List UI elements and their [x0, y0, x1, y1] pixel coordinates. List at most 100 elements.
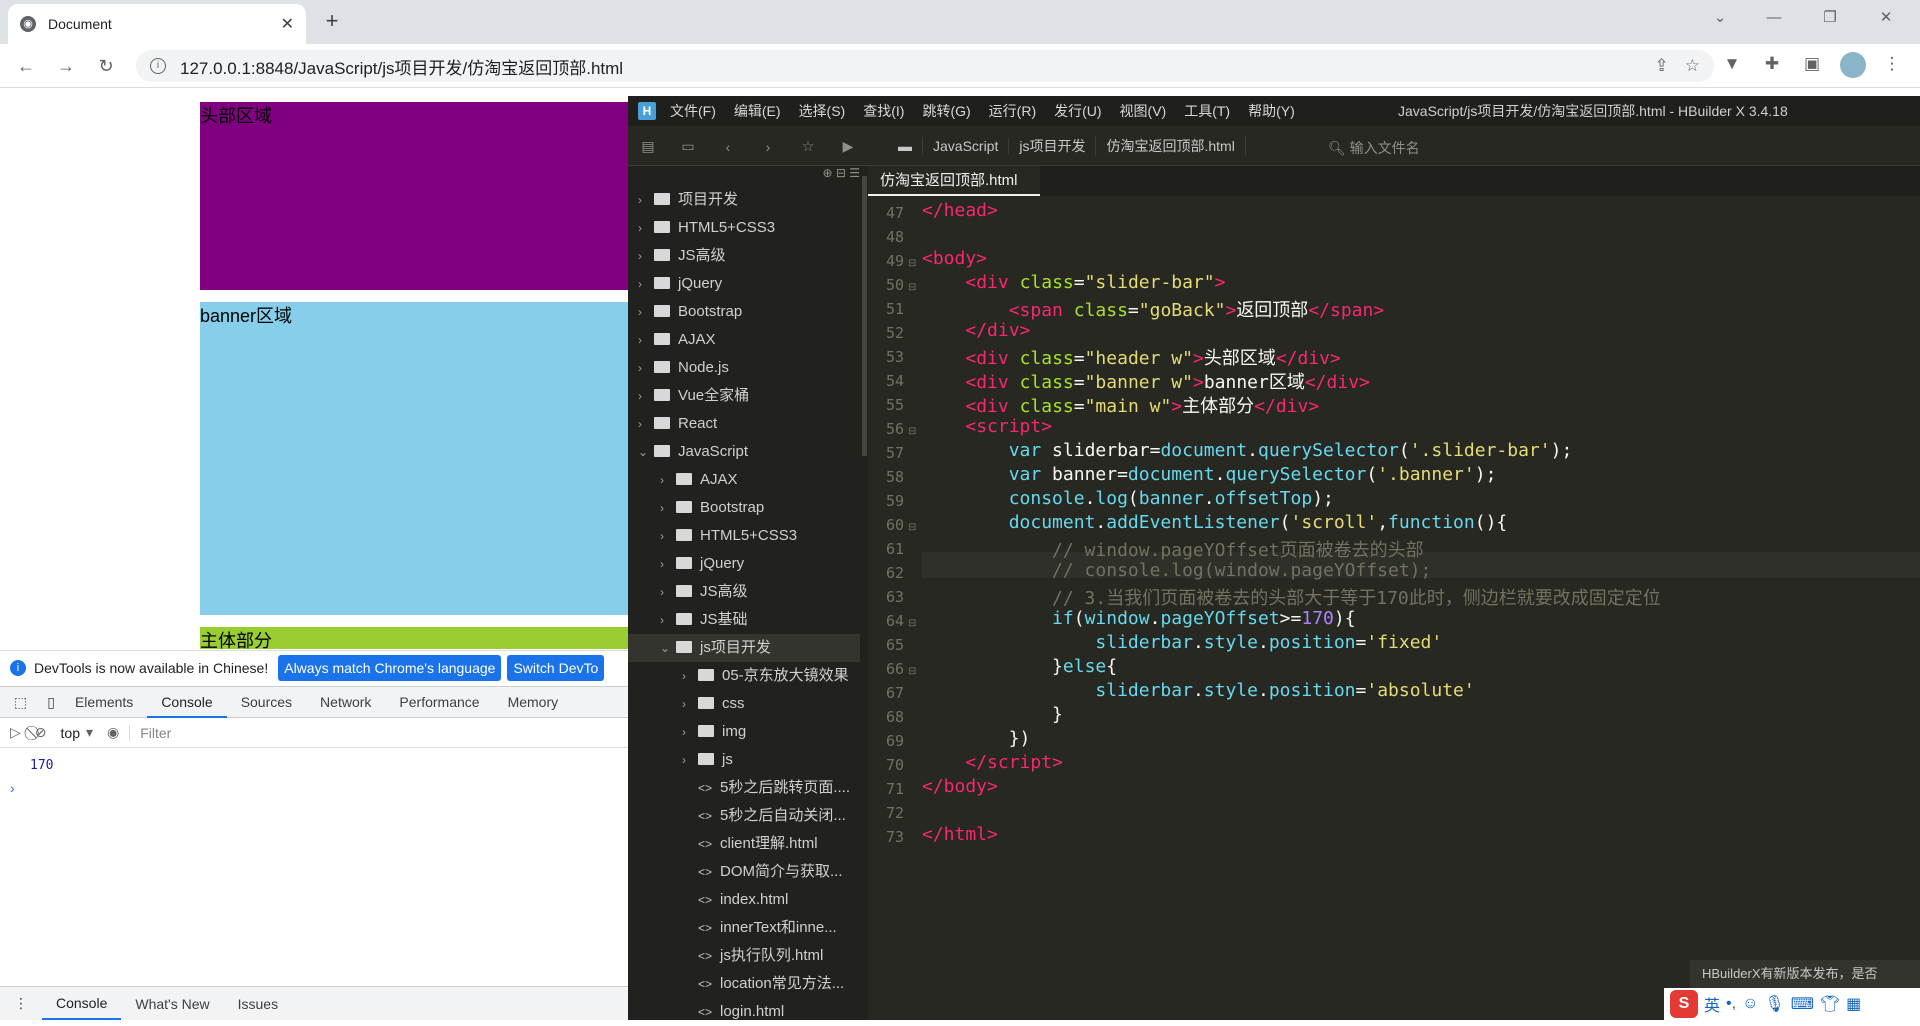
favorite-star-icon[interactable]: ☆: [788, 138, 828, 155]
chevron-right-icon[interactable]: ›: [660, 522, 676, 550]
tree-item[interactable]: › 05-京东放大镜效果: [628, 662, 860, 690]
menu-goto[interactable]: 跳转(G): [922, 101, 970, 121]
clear-console-icon[interactable]: ⃠⊘: [35, 724, 47, 741]
tree-item[interactable]: › AJAX: [628, 326, 860, 354]
chevron-right-icon[interactable]: ›: [638, 354, 654, 382]
inspect-element-icon[interactable]: ⬚: [0, 687, 41, 718]
tree-item[interactable]: ⌄ js项目开发: [628, 634, 860, 662]
tree-item[interactable]: › Node.js: [628, 354, 860, 382]
back-arrow-icon[interactable]: ‹: [708, 139, 748, 155]
fold-icon[interactable]: ⊟: [908, 618, 916, 629]
tree-item[interactable]: <> innerText和inne...: [628, 914, 860, 942]
chevron-right-icon[interactable]: ›: [682, 718, 698, 746]
tree-item[interactable]: <> 5秒之后自动关闭...: [628, 802, 860, 830]
tab-console[interactable]: Console: [147, 687, 227, 718]
chevron-down-icon[interactable]: ⌄: [660, 634, 676, 662]
close-tab-icon[interactable]: ✕: [281, 14, 294, 34]
toolbox-icon[interactable]: ▦: [1846, 994, 1861, 1014]
menu-tools[interactable]: 工具(T): [1184, 101, 1230, 121]
fold-icon[interactable]: ⊟: [908, 666, 916, 677]
drawer-tab-issues[interactable]: Issues: [224, 996, 292, 1012]
tree-item[interactable]: › jQuery: [628, 550, 860, 578]
chevron-right-icon[interactable]: ›: [660, 606, 676, 634]
filter-input[interactable]: Filter: [129, 724, 171, 741]
tab-elements[interactable]: Elements: [61, 687, 147, 718]
tab-network[interactable]: Network: [306, 687, 385, 718]
tree-item[interactable]: › js: [628, 746, 860, 774]
punctuation-icon[interactable]: •,: [1726, 995, 1736, 1013]
breadcrumb-item[interactable]: JavaScript: [923, 138, 1010, 154]
forward-icon[interactable]: →: [52, 52, 80, 80]
new-file-icon[interactable]: ▤: [628, 138, 668, 155]
tree-item[interactable]: › jQuery: [628, 270, 860, 298]
tree-item[interactable]: ⌄ JavaScript: [628, 438, 860, 466]
site-info-icon[interactable]: i: [150, 58, 166, 74]
back-icon[interactable]: ←: [12, 52, 40, 80]
share-icon[interactable]: ⇪: [1655, 56, 1669, 76]
chevron-right-icon[interactable]: ›: [660, 550, 676, 578]
tab-memory[interactable]: Memory: [494, 687, 573, 718]
emoji-icon[interactable]: ☺: [1742, 995, 1758, 1013]
menu-help[interactable]: 帮助(Y): [1248, 101, 1295, 121]
tab-performance[interactable]: Performance: [385, 687, 493, 718]
reload-icon[interactable]: ↻: [92, 52, 120, 80]
match-language-button[interactable]: Always match Chrome's language: [278, 654, 502, 681]
tree-item[interactable]: › JS基础: [628, 606, 860, 634]
chevron-right-icon[interactable]: ›: [682, 690, 698, 718]
mic-icon[interactable]: 🎙︎: [1764, 994, 1784, 1014]
menu-kebab-icon[interactable]: ⋮: [1880, 54, 1904, 74]
new-tab-button[interactable]: +: [318, 8, 346, 36]
skin-icon[interactable]: 👕︎: [1820, 994, 1840, 1014]
menu-file[interactable]: 文件(F): [670, 101, 716, 121]
address-bar[interactable]: i 127.0.0.1:8848/JavaScript/js项目开发/仿淘宝返回…: [136, 50, 1714, 82]
update-notice[interactable]: HBuilderX有新版本发布，是否: [1690, 960, 1920, 988]
sidebar-toggle-icon[interactable]: ▷: [10, 724, 21, 741]
chevron-right-icon[interactable]: ›: [638, 214, 654, 242]
menu-find[interactable]: 查找(I): [863, 101, 904, 121]
fold-icon[interactable]: ⊟: [908, 426, 916, 437]
tab-search-icon[interactable]: ⌄: [1696, 0, 1744, 36]
chevron-right-icon[interactable]: ›: [660, 494, 676, 522]
fold-icon[interactable]: ⊟: [908, 282, 916, 293]
extensions-icon[interactable]: ✚: [1760, 54, 1784, 74]
eye-icon[interactable]: ◉: [107, 724, 119, 741]
menu-run[interactable]: 运行(R): [989, 101, 1036, 121]
file-search-input[interactable]: 🔍︎ 输入文件名: [1328, 138, 1420, 158]
maximize-button[interactable]: ❐: [1806, 0, 1854, 36]
sogou-logo-icon[interactable]: S: [1670, 990, 1698, 1018]
tree-item[interactable]: › JS高级: [628, 242, 860, 270]
editor-tab[interactable]: 仿淘宝返回顶部.html: [868, 166, 1040, 196]
tree-item[interactable]: › React: [628, 410, 860, 438]
drawer-tab-console[interactable]: Console: [42, 987, 122, 1020]
bookmark-star-icon[interactable]: ☆: [1685, 56, 1700, 76]
menu-publish[interactable]: 发行(U): [1054, 101, 1101, 121]
chevron-down-icon[interactable]: ⌄: [638, 438, 654, 466]
tree-item[interactable]: <> js执行队列.html: [628, 942, 860, 970]
breadcrumb-item[interactable]: js项目开发: [1009, 136, 1097, 156]
tree-item[interactable]: › Vue全家桶: [628, 382, 860, 410]
chevron-right-icon[interactable]: ›: [682, 746, 698, 774]
chevron-right-icon[interactable]: ›: [638, 186, 654, 214]
chevron-right-icon[interactable]: ›: [638, 382, 654, 410]
device-toolbar-icon[interactable]: ▯: [41, 687, 61, 718]
breadcrumb-item[interactable]: 仿淘宝返回顶部.html: [1096, 136, 1246, 156]
profile-avatar[interactable]: [1840, 52, 1866, 78]
chevron-right-icon[interactable]: ›: [682, 662, 698, 690]
menu-edit[interactable]: 编辑(E): [734, 101, 781, 121]
chevron-right-icon[interactable]: ›: [638, 270, 654, 298]
tree-scrollbar[interactable]: [862, 176, 867, 456]
chevron-down-icon[interactable]: ▾: [86, 724, 93, 741]
chevron-right-icon[interactable]: ›: [638, 242, 654, 270]
chevron-right-icon[interactable]: ›: [638, 410, 654, 438]
url-text[interactable]: 127.0.0.1:8848/JavaScript/js项目开发/仿淘宝返回顶部…: [180, 54, 1639, 79]
tree-item[interactable]: › JS高级: [628, 578, 860, 606]
fold-icon[interactable]: ⊟: [908, 522, 916, 533]
tab-sources[interactable]: Sources: [227, 687, 306, 718]
side-panel-icon[interactable]: ▣: [1800, 54, 1824, 74]
tree-item[interactable]: <> login.html: [628, 998, 860, 1026]
chevron-right-icon[interactable]: ›: [638, 298, 654, 326]
menu-view[interactable]: 视图(V): [1120, 101, 1167, 121]
tree-item[interactable]: <> client理解.html: [628, 830, 860, 858]
keyboard-icon[interactable]: ⌨: [1791, 994, 1814, 1014]
browser-tab[interactable]: ◉ Document ✕: [8, 4, 306, 44]
